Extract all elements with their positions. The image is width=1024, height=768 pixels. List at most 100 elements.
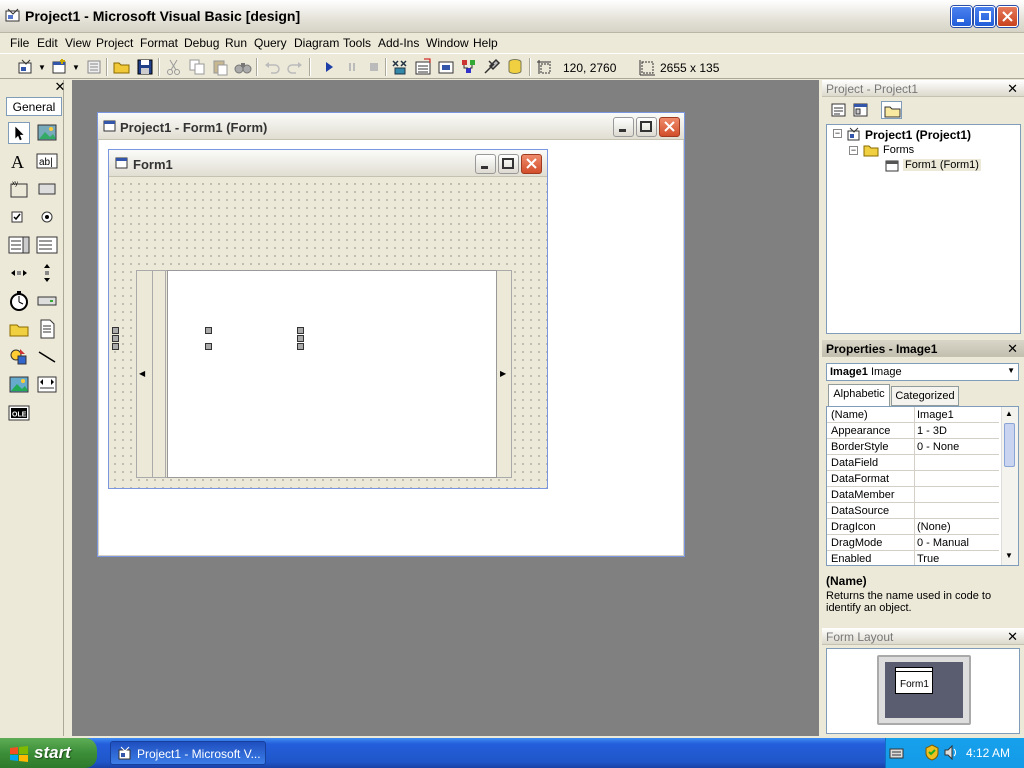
listbox-tool-icon[interactable] [36,234,58,256]
menu-help[interactable]: Help [473,36,498,50]
form1-close-button[interactable] [521,154,542,174]
volume-icon[interactable] [943,744,959,761]
scroll-thumb[interactable] [152,271,166,477]
view-code-icon[interactable] [830,102,848,118]
data-view-icon[interactable] [506,58,524,76]
property-row[interactable]: BorderStyle 0 - None [827,439,999,455]
keyboard-icon[interactable] [889,746,904,760]
project-explorer-icon[interactable] [391,58,409,76]
project-explorer-close-icon[interactable]: ✕ [1007,82,1018,95]
tab-alphabetic[interactable]: Alphabetic [828,384,890,406]
redo-icon[interactable] [286,58,304,76]
scroll-left-icon[interactable]: ◀ [139,369,145,378]
form-designer-minimize-button[interactable] [613,117,634,137]
maximize-button[interactable] [974,6,995,27]
form-designer-close-button[interactable] [659,117,680,137]
selection-handle[interactable] [112,343,119,350]
image1-control[interactable] [167,270,497,478]
property-grid-scrollbar[interactable]: ▲ ▼ [1001,407,1018,565]
view-object-icon[interactable] [852,102,870,118]
data-tool-icon[interactable] [36,374,58,396]
add-form-icon[interactable] [50,58,68,76]
combobox-tool-icon[interactable] [8,234,30,256]
open-folder-icon[interactable] [113,58,131,76]
property-row[interactable]: DataMember [827,487,999,503]
form1-layout-thumb[interactable]: Form1 [895,667,933,694]
tree-collapse-icon[interactable]: − [833,129,842,138]
property-row[interactable]: DragMode 0 - Manual [827,535,999,551]
ole-tool-icon[interactable]: OLE [8,402,30,424]
menu-format[interactable]: Format [140,36,178,50]
form-designer-maximize-button[interactable] [636,117,657,137]
selection-handle[interactable] [297,343,304,350]
selection-handle[interactable] [205,327,212,334]
property-row[interactable]: Appearance 1 - 3D [827,423,999,439]
dropdown-arrow-icon[interactable]: ▼ [72,63,80,72]
object-selector-dropdown[interactable]: Image1 Image ▼ [826,363,1019,381]
find-icon[interactable] [234,58,252,76]
shape-tool-icon[interactable] [8,346,30,368]
vscrollbar-tool-icon[interactable] [36,262,58,284]
tree-collapse-icon[interactable]: − [849,146,858,155]
toolbox-icon[interactable] [483,58,501,76]
commandbutton-tool-icon[interactable] [36,178,58,200]
menu-debug[interactable]: Debug [184,36,219,50]
tree-forms-folder[interactable]: Forms [883,144,914,156]
property-row[interactable]: DataFormat [827,471,999,487]
property-row[interactable]: DataSource [827,503,999,519]
object-browser-icon[interactable] [460,58,478,76]
form-layout-close-icon[interactable]: ✕ [1007,630,1018,643]
copy-icon[interactable] [188,58,206,76]
property-row[interactable]: Enabled True [827,551,999,565]
security-shield-icon[interactable] [924,744,940,761]
form1-canvas[interactable]: Form1 ◀ ▶ [108,149,548,489]
menu-editor-icon[interactable] [85,58,103,76]
taskbar-vb-button[interactable]: Project1 - Microsoft V... [110,741,266,765]
menu-file[interactable]: File [10,36,29,50]
frame-tool-icon[interactable]: xy [8,178,30,200]
menu-window[interactable]: Window [426,36,469,50]
menu-run[interactable]: Run [225,36,247,50]
scroll-right-icon[interactable]: ▶ [500,369,506,378]
menu-tools[interactable]: Tools [343,36,371,50]
selection-handle[interactable] [297,335,304,342]
undo-icon[interactable] [263,58,281,76]
properties-window-icon[interactable] [414,58,432,76]
dropdown-arrow-icon[interactable]: ▼ [38,63,46,72]
menu-diagram[interactable]: Diagram [294,36,339,50]
dropdown-arrow-icon[interactable]: ▼ [1007,366,1015,375]
dirlistbox-tool-icon[interactable] [8,318,30,340]
break-icon[interactable] [343,58,361,76]
tree-form1-item[interactable]: Form1 (Form1) [903,159,981,171]
selection-handle[interactable] [112,335,119,342]
menu-project[interactable]: Project [96,36,133,50]
menu-query[interactable]: Query [254,36,287,50]
image-tool-icon[interactable] [8,374,30,396]
selection-handle[interactable] [297,327,304,334]
close-button[interactable] [997,6,1018,27]
optionbutton-tool-icon[interactable] [36,206,58,228]
line-tool-icon[interactable] [36,346,58,368]
cut-icon[interactable] [165,58,183,76]
toolbox-close-icon[interactable]: ✕ [53,80,67,94]
add-project-icon[interactable] [17,58,35,76]
selection-handle[interactable] [205,343,212,350]
hscrollbar-tool-icon[interactable] [8,262,30,284]
scroll-up-icon[interactable]: ▲ [1005,409,1013,418]
property-row[interactable]: DragIcon (None) [827,519,999,535]
menu-edit[interactable]: Edit [37,36,58,50]
toolbox-tab-general[interactable]: General [6,97,62,116]
drivelistbox-tool-icon[interactable] [36,290,58,312]
property-row[interactable]: DataField [827,455,999,471]
picturebox-tool-icon[interactable] [36,122,58,144]
scroll-down-icon[interactable]: ▼ [1005,551,1013,560]
tree-project-root[interactable]: Project1 (Project1) [865,128,971,142]
label-tool-icon[interactable]: A [8,150,30,172]
form1-minimize-button[interactable] [475,154,496,174]
toggle-folders-icon[interactable] [881,101,902,119]
tab-categorized[interactable]: Categorized [891,386,959,406]
pointer-tool-icon[interactable] [8,122,30,144]
textbox-tool-icon[interactable]: ab| [36,150,58,172]
form1-maximize-button[interactable] [498,154,519,174]
form-layout-icon[interactable] [437,58,455,76]
